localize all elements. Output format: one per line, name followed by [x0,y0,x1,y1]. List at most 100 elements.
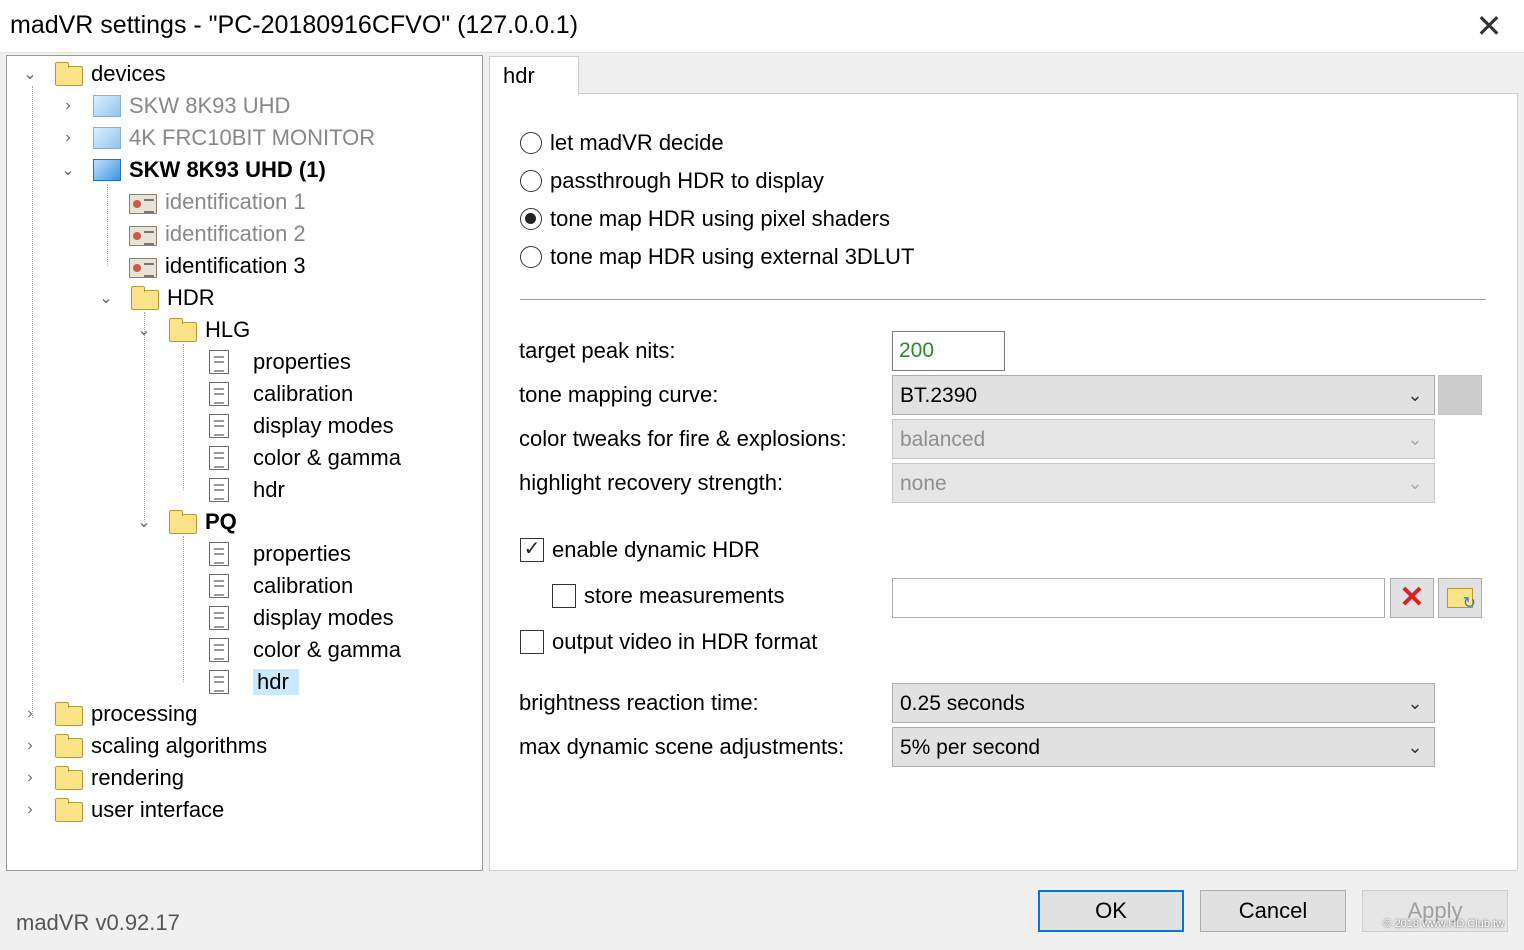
tree-line [183,344,184,490]
chevron-down-icon[interactable]: ⌄ [21,65,39,83]
settings-tree[interactable]: ⌄ devices › SKW 8K93 UHD › 4K FRC10BIT M… [6,55,483,871]
close-icon: ✕ [1475,8,1503,44]
tree-item-pq-color-gamma[interactable]: color & gamma [209,635,401,665]
tree-item-scaling-algorithms[interactable]: › scaling algorithms [27,731,268,761]
tree-item-hlg-display-modes[interactable]: display modes [209,411,394,441]
tree-item-user-interface[interactable]: › user interface [27,795,225,825]
tree-item-processing[interactable]: › processing [27,699,198,729]
ok-button[interactable]: OK [1038,890,1184,932]
radio-indicator[interactable] [520,132,542,154]
tree-item-label: hdr [253,477,285,502]
folder-icon [55,701,83,726]
tree-item-pq-properties[interactable]: properties [209,539,351,569]
color-tweaks-select[interactable]: balanced ⌄ [892,419,1435,459]
tree-line [144,312,145,522]
chevron-down-icon[interactable]: ⌄ [59,161,77,179]
tree-item-label: SKW 8K93 UHD [129,93,291,118]
tree-item-hlg-color-gamma[interactable]: color & gamma [209,443,401,473]
radio-tone-map-pixel-shaders[interactable]: tone map HDR using pixel shaders [520,204,890,234]
checkbox-indicator[interactable]: ✓ [520,538,544,562]
checkbox-store-measurements[interactable]: store measurements [552,581,785,611]
chevron-right-icon[interactable]: › [21,801,39,819]
radio-label: passthrough HDR to display [550,168,824,193]
tree-item-hlg-folder[interactable]: ⌄ HLG [137,315,250,345]
tree-item-identification-2[interactable]: identification 2 [129,219,306,249]
tree-item-monitor-3[interactable]: ⌄ SKW 8K93 UHD (1) [61,155,326,185]
radio-let-madvr-decide[interactable]: let madVR decide [520,128,724,158]
chevron-down-icon: ⌄ [1407,472,1423,493]
radio-indicator[interactable] [520,208,542,230]
tree-item-pq-folder[interactable]: ⌄ PQ [137,507,237,537]
identification-icon [129,193,157,214]
tree-item-label: PQ [205,509,237,534]
tab-hdr[interactable]: hdr [489,56,579,96]
chevron-right-icon[interactable]: › [21,705,39,723]
tree-line [183,536,184,682]
folder-icon [169,509,197,534]
tree-item-label: identification 2 [165,221,306,246]
checkbox-indicator[interactable] [520,630,544,654]
radio-label: tone map HDR using pixel shaders [550,206,890,231]
highlight-recovery-select[interactable]: none ⌄ [892,463,1435,503]
radio-indicator[interactable] [520,246,542,268]
browse-folder-button[interactable] [1438,578,1482,618]
tree-item-pq-hdr[interactable]: hdr [209,667,299,697]
radio-tone-map-external-3dlut[interactable]: tone map HDR using external 3DLUT [520,242,914,272]
page-icon [209,478,229,502]
measurements-path-input[interactable] [892,578,1385,618]
checkbox-enable-dynamic-hdr[interactable]: ✓ enable dynamic HDR [520,535,760,565]
checkbox-indicator[interactable] [552,584,576,608]
chevron-right-icon[interactable]: › [59,129,77,147]
checkbox-label: output video in HDR format [552,629,818,654]
version-label: madVR v0.92.17 [16,910,180,935]
radio-passthrough-hdr[interactable]: passthrough HDR to display [520,166,824,196]
tree-item-hlg-calibration[interactable]: calibration [209,379,353,409]
tree-item-pq-display-modes[interactable]: display modes [209,603,394,633]
clear-path-button[interactable]: ✕ [1390,578,1434,618]
tree-item-label: devices [91,61,166,86]
tree-item-label: scaling algorithms [91,733,268,758]
checkbox-output-hdr-format[interactable]: output video in HDR format [520,627,817,657]
folder-icon [131,285,159,310]
tree-item-label: processing [91,701,198,726]
tree-item-hlg-hdr[interactable]: hdr [209,475,285,505]
tree-item-devices[interactable]: ⌄ devices [23,59,166,89]
chevron-down-icon: ⌄ [1407,428,1423,449]
close-button[interactable]: ✕ [1454,0,1524,52]
tree-item-identification-3[interactable]: identification 3 [129,251,306,281]
max-dynamic-adjustments-select[interactable]: 5% per second ⌄ [892,727,1435,767]
curve-settings-button[interactable] [1438,375,1482,415]
tree-item-monitor-2[interactable]: › 4K FRC10BIT MONITOR [65,123,375,153]
tree-item-hdr-folder[interactable]: ⌄ HDR [99,283,214,313]
chevron-down-icon[interactable]: ⌄ [135,321,153,339]
folder-icon [55,61,83,86]
cancel-button[interactable]: Cancel [1200,890,1346,932]
page-icon [209,414,229,438]
chevron-right-icon[interactable]: › [21,769,39,787]
radio-indicator[interactable] [520,170,542,192]
checkbox-label: enable dynamic HDR [552,537,760,562]
page-icon [209,382,229,406]
tree-item-label: rendering [91,765,184,790]
folder-icon [169,317,197,342]
chevron-down-icon[interactable]: ⌄ [97,289,115,307]
chevron-down-icon[interactable]: ⌄ [135,513,153,531]
brightness-reaction-select[interactable]: 0.25 seconds ⌄ [892,683,1435,723]
tree-item-rendering[interactable]: › rendering [27,763,184,793]
tree-item-label: user interface [91,797,225,822]
tree-item-identification-1[interactable]: identification 1 [129,187,306,217]
radio-label: tone map HDR using external 3DLUT [550,244,915,269]
tree-item-hlg-properties[interactable]: properties [209,347,351,377]
window-title: madVR settings - "PC-20180916CFVO" (127.… [10,11,579,39]
tree-item-pq-calibration[interactable]: calibration [209,571,353,601]
tree-item-label: identification 1 [165,189,306,214]
chevron-right-icon[interactable]: › [21,737,39,755]
chevron-right-icon[interactable]: › [59,97,77,115]
target-peak-nits-input[interactable]: 200 [892,331,1005,371]
chevron-down-icon: ⌄ [1407,384,1423,405]
folder-icon [55,797,83,822]
tree-item-monitor-1[interactable]: › SKW 8K93 UHD [65,91,291,121]
tree-item-label: SKW 8K93 UHD (1) [129,157,326,182]
chevron-down-icon: ⌄ [1407,736,1423,757]
tone-mapping-curve-select[interactable]: BT.2390 ⌄ [892,375,1435,415]
